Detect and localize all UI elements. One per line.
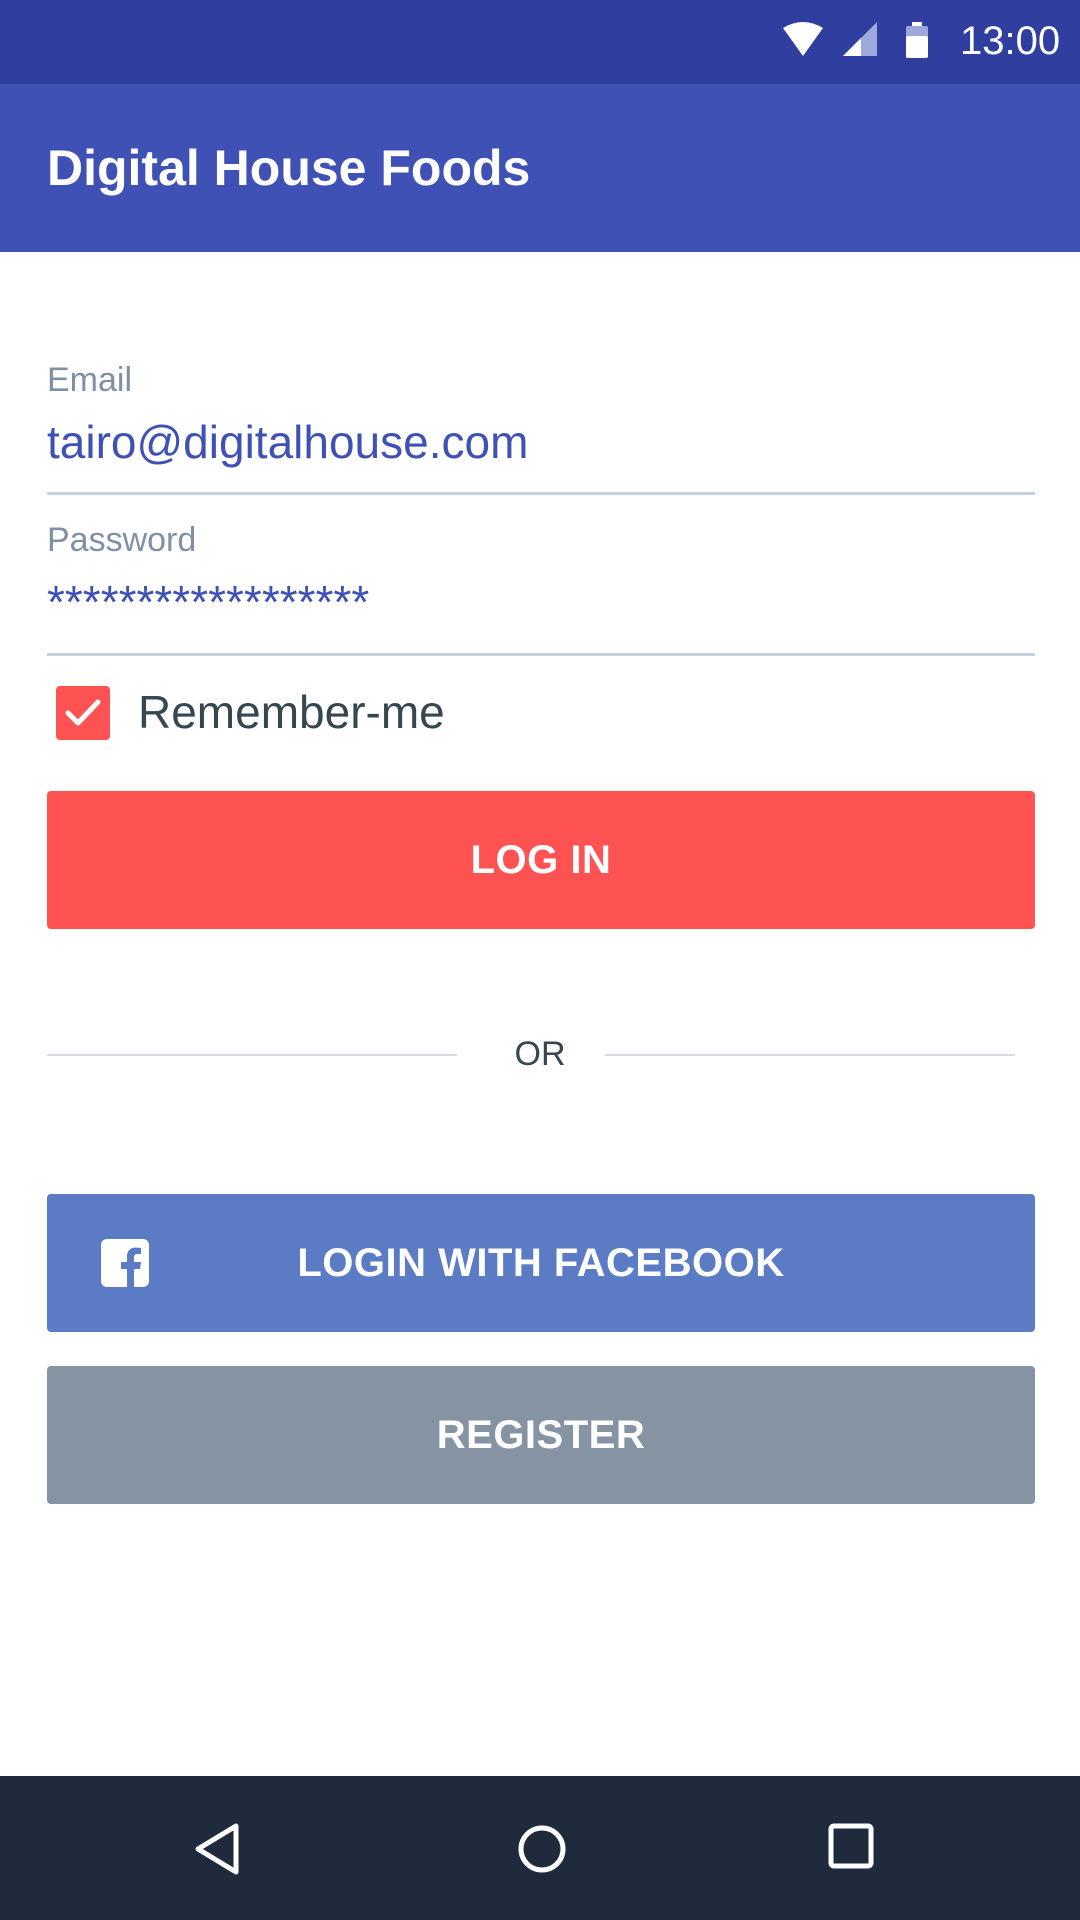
cell-signal-icon [843, 22, 877, 56]
wifi-icon [783, 22, 823, 56]
remember-me-checkbox[interactable] [56, 686, 110, 740]
login-button[interactable]: LOG IN [47, 791, 1035, 929]
login-screen: 13:00 Digital House Foods Email tairo@di… [0, 0, 1080, 1920]
email-label: Email [47, 361, 133, 399]
home-icon[interactable] [515, 1822, 569, 1876]
app-title: Digital House Foods [47, 140, 531, 196]
password-field[interactable]: Password ****************** [47, 520, 1035, 656]
status-bar: 13:00 [0, 0, 1080, 84]
password-underline [47, 653, 1035, 656]
app-bar: Digital House Foods [0, 84, 1080, 252]
facebook-login-button[interactable]: LOGIN WITH FACEBOOK [47, 1194, 1035, 1332]
divider-right [605, 1054, 1015, 1056]
email-field[interactable]: Email tairo@digitalhouse.com [47, 360, 1035, 496]
recent-apps-icon[interactable] [827, 1822, 875, 1870]
password-input[interactable]: ****************** [47, 574, 369, 630]
facebook-login-label: LOGIN WITH FACEBOOK [297, 1241, 785, 1285]
email-input[interactable]: tairo@digitalhouse.com [47, 414, 528, 470]
password-label: Password [47, 521, 197, 559]
facebook-icon [101, 1239, 149, 1287]
divider-left [47, 1054, 457, 1056]
status-time: 13:00 [960, 19, 1061, 63]
navigation-bar [0, 1776, 1080, 1920]
back-icon[interactable] [190, 1822, 244, 1876]
email-underline [47, 492, 1035, 495]
or-divider-text: OR [514, 1035, 566, 1073]
battery-icon [906, 22, 928, 58]
check-icon [65, 699, 101, 726]
register-button[interactable]: REGISTER [47, 1366, 1035, 1504]
remember-me-label[interactable]: Remember-me [138, 682, 445, 742]
